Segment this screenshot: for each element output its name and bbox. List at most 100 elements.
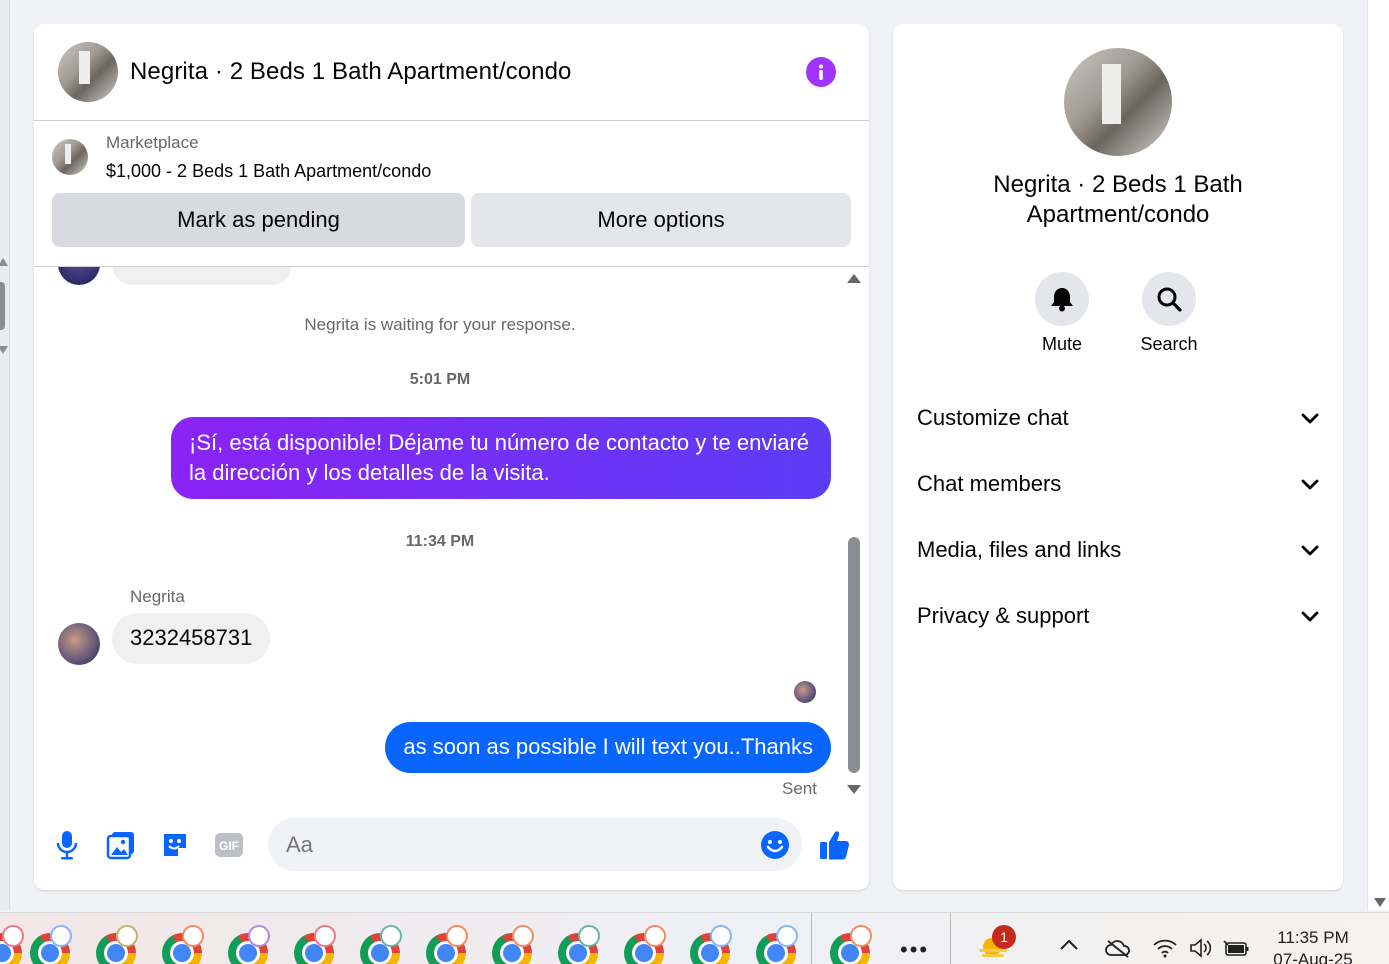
gif-icon[interactable]: GIF xyxy=(214,830,244,860)
clock-date: 07-Aug-25 xyxy=(1273,950,1353,964)
profile-icon xyxy=(248,925,270,947)
profile-icon xyxy=(776,925,798,947)
notification-badge: 1 xyxy=(992,925,1016,949)
taskbar-chrome-app[interactable] xyxy=(228,925,272,964)
more-apps-icon[interactable]: ••• xyxy=(900,937,929,963)
message-list[interactable]: Negrita is waiting for your response. 5:… xyxy=(34,267,869,799)
page-scroll-down-arrow[interactable] xyxy=(1374,898,1386,907)
waiting-notice: Negrita is waiting for your response. xyxy=(304,315,576,334)
mute-button[interactable]: Mute xyxy=(1022,272,1102,355)
profile-icon xyxy=(850,925,872,947)
taskbar-chrome-app[interactable] xyxy=(294,925,338,964)
section-label: Chat members xyxy=(917,471,1062,496)
left-scrollbar[interactable] xyxy=(0,0,10,910)
profile-icon xyxy=(116,925,138,947)
chat-panel: Negrita · 2 Beds 1 Bath Apartment/condo … xyxy=(34,24,869,890)
chat-title[interactable]: Negrita · 2 Beds 1 Bath Apartment/condo xyxy=(130,58,572,86)
volume-icon[interactable] xyxy=(1188,937,1214,961)
page-scrollbar[interactable] xyxy=(1367,0,1389,910)
section-label: Media, files and links xyxy=(917,537,1122,562)
profile-icon xyxy=(512,925,534,947)
taskbar-chrome-app[interactable] xyxy=(624,925,668,964)
bell-icon[interactable] xyxy=(1035,272,1089,326)
svg-text:GIF: GIF xyxy=(219,839,239,853)
sender-avatar[interactable] xyxy=(58,623,100,665)
message-bubble-partial xyxy=(112,267,292,285)
scroll-up-arrow[interactable] xyxy=(0,258,8,266)
taskbar-chrome-app[interactable] xyxy=(492,925,536,964)
marketplace-listing: Marketplace $1,000 - 2 Beds 1 Bath Apart… xyxy=(34,121,869,267)
profile-icon xyxy=(50,925,72,947)
outgoing-message[interactable]: as soon as possible I will text you..Tha… xyxy=(385,722,831,773)
scroll-up-arrow[interactable] xyxy=(847,274,861,283)
privacy-support-section[interactable]: Privacy & support xyxy=(917,596,1319,636)
chevron-down-icon xyxy=(1301,537,1319,563)
scroll-down-arrow[interactable] xyxy=(847,785,861,794)
message-status: Sent xyxy=(782,779,817,798)
sticker-icon[interactable] xyxy=(160,830,190,860)
listing-thumbnail[interactable] xyxy=(52,139,88,175)
message-input[interactable] xyxy=(268,818,802,871)
scroll-thumb[interactable] xyxy=(848,537,860,773)
listing-avatar[interactable] xyxy=(58,42,118,102)
timestamp: 11:34 PM xyxy=(405,533,475,550)
thumbs-up-icon[interactable] xyxy=(818,828,852,862)
taskbar-chrome-app[interactable] xyxy=(162,925,206,964)
profile-icon xyxy=(2,925,24,947)
section-label: Privacy & support xyxy=(917,603,1090,628)
conversation-details-panel: Negrita · 2 Beds 1 Bath Apartment/condo … xyxy=(893,24,1343,890)
mute-label: Mute xyxy=(1041,334,1083,354)
sender-name: Negrita xyxy=(130,587,185,606)
profile-avatar[interactable] xyxy=(1064,48,1172,156)
scroll-thumb[interactable] xyxy=(0,282,5,330)
info-icon[interactable] xyxy=(806,57,836,87)
search-button[interactable]: Search xyxy=(1129,272,1209,355)
listing-title[interactable]: $1,000 - 2 Beds 1 Bath Apartment/condo xyxy=(106,161,431,182)
search-icon[interactable] xyxy=(1142,272,1196,326)
clock-time: 11:35 PM xyxy=(1277,928,1349,947)
mark-as-pending-button[interactable]: Mark as pending xyxy=(52,193,465,247)
taskbar-chrome-app[interactable] xyxy=(690,925,734,964)
taskbar-chrome-app[interactable] xyxy=(558,925,602,964)
taskbar-separator xyxy=(811,913,812,964)
incoming-message[interactable]: 3232458731 xyxy=(112,613,271,664)
system-clock[interactable]: 11:35 PM 07-Aug-25 xyxy=(1258,927,1368,964)
customize-chat-section[interactable]: Customize chat xyxy=(917,398,1319,438)
more-options-button[interactable]: More options xyxy=(471,193,851,247)
message-scrollbar[interactable] xyxy=(847,267,861,799)
avatar xyxy=(58,267,100,285)
taskbar-chrome-app[interactable] xyxy=(96,925,140,964)
search-label: Search xyxy=(1140,334,1198,354)
onedrive-icon[interactable] xyxy=(1104,937,1130,961)
chat-members-section[interactable]: Chat members xyxy=(917,464,1319,504)
chevron-up-icon[interactable] xyxy=(1058,937,1084,961)
scroll-down-arrow[interactable] xyxy=(0,346,8,354)
chevron-down-icon xyxy=(1301,471,1319,497)
timestamp: 5:01 PM xyxy=(409,371,471,388)
profile-icon xyxy=(380,925,402,947)
profile-icon xyxy=(446,925,468,947)
outgoing-message[interactable]: ¡Sí, está disponible! Déjame tu número d… xyxy=(171,417,831,499)
taskbar: ••• 1 11:35 PM 07-Aug-25 xyxy=(0,912,1389,964)
taskbar-chrome-app[interactable] xyxy=(0,925,26,964)
taskbar-chrome-app[interactable] xyxy=(756,925,800,964)
profile-icon xyxy=(182,925,204,947)
chevron-down-icon xyxy=(1301,603,1319,629)
conversation-name: Negrita · 2 Beds 1 Bath Apartment/condo xyxy=(993,171,1243,228)
emoji-icon[interactable] xyxy=(760,830,790,860)
read-receipt-avatar xyxy=(794,681,816,703)
taskbar-chrome-app[interactable] xyxy=(830,925,874,964)
section-label: Customize chat xyxy=(917,405,1069,430)
microphone-icon[interactable] xyxy=(52,830,82,860)
photo-icon[interactable] xyxy=(106,830,136,860)
profile-icon xyxy=(710,925,732,947)
marketplace-label: Marketplace xyxy=(106,133,199,152)
wifi-icon[interactable] xyxy=(1152,937,1178,961)
battery-icon[interactable] xyxy=(1222,937,1249,961)
taskbar-chrome-app[interactable] xyxy=(360,925,404,964)
taskbar-chrome-app[interactable] xyxy=(30,925,74,964)
media-files-links-section[interactable]: Media, files and links xyxy=(917,530,1319,570)
message-composer: GIF xyxy=(34,814,869,876)
chevron-down-icon xyxy=(1301,405,1319,431)
taskbar-chrome-app[interactable] xyxy=(426,925,470,964)
